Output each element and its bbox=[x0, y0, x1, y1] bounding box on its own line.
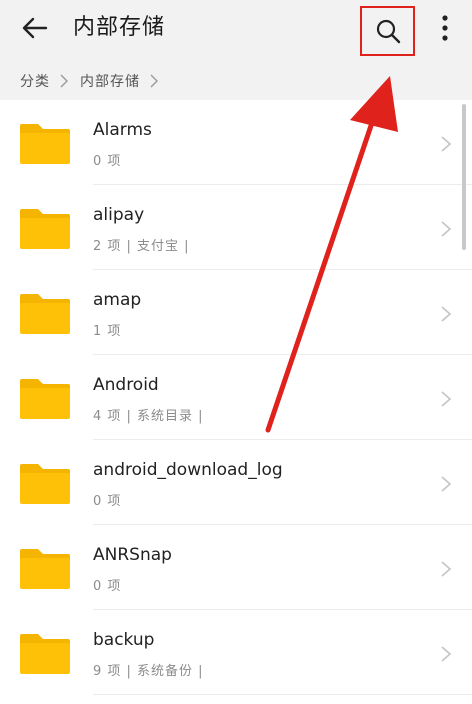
chevron-right-icon bbox=[60, 74, 68, 88]
chevron-right-icon bbox=[441, 646, 452, 662]
chevron-right-icon bbox=[441, 476, 452, 492]
file-meta: 0 项 bbox=[93, 579, 122, 594]
file-name: Alarms bbox=[93, 120, 152, 140]
file-name: backup bbox=[93, 630, 155, 650]
file-meta: 0 项 bbox=[93, 154, 122, 169]
folder-icon bbox=[20, 209, 70, 249]
list-item[interactable]: backup 9 项 | 系统备份 | bbox=[0, 610, 472, 695]
file-meta: 4 项 | 系统目录 | bbox=[93, 409, 204, 424]
file-list: Alarms 0 项 alipay 2 项 | 支付宝 | amap 1 项 A… bbox=[0, 100, 472, 704]
chevron-right-icon bbox=[441, 221, 452, 237]
chevron-right-icon bbox=[441, 561, 452, 577]
list-item[interactable]: Android 4 项 | 系统目录 | bbox=[0, 355, 472, 440]
folder-icon bbox=[20, 379, 70, 419]
chevron-right-icon bbox=[441, 306, 452, 322]
file-name: android_download_log bbox=[93, 460, 283, 480]
breadcrumb-item-internal-storage[interactable]: 内部存储 bbox=[80, 71, 140, 91]
folder-icon bbox=[20, 464, 70, 504]
list-item[interactable]: ANRSnap 0 项 bbox=[0, 525, 472, 610]
app-bar: 内部存储 bbox=[0, 0, 472, 58]
list-item[interactable]: android_download_log 0 项 bbox=[0, 440, 472, 525]
chevron-right-icon bbox=[150, 74, 158, 88]
file-meta: 9 项 | 系统备份 | bbox=[93, 664, 204, 679]
list-item[interactable]: amap 1 项 bbox=[0, 270, 472, 355]
file-manager-screen: 内部存储 分类 内部存储 Alarms 0 项 alipay 2 项 | 支付宝… bbox=[0, 0, 472, 704]
file-name: ANRSnap bbox=[93, 545, 172, 565]
file-name: alipay bbox=[93, 205, 145, 225]
search-icon bbox=[376, 19, 400, 44]
folder-icon bbox=[20, 124, 70, 164]
chevron-right-icon bbox=[441, 136, 452, 152]
more-vertical-icon bbox=[442, 15, 448, 41]
search-button[interactable] bbox=[360, 6, 415, 56]
list-item[interactable]: Alarms 0 项 bbox=[0, 100, 472, 185]
file-meta: 0 项 bbox=[93, 494, 122, 509]
folder-icon bbox=[20, 549, 70, 589]
breadcrumb: 分类 内部存储 bbox=[0, 64, 472, 98]
page-title: 内部存储 bbox=[73, 15, 166, 40]
folder-icon bbox=[20, 634, 70, 674]
file-meta: 1 项 bbox=[93, 324, 122, 339]
chevron-right-icon bbox=[441, 391, 452, 407]
file-meta: 2 项 | 支付宝 | bbox=[93, 239, 190, 254]
folder-icon bbox=[20, 294, 70, 334]
divider bbox=[93, 694, 472, 695]
back-arrow-icon bbox=[22, 17, 48, 39]
file-name: Android bbox=[93, 375, 159, 395]
more-options-button[interactable] bbox=[428, 8, 462, 48]
list-item[interactable]: alipay 2 项 | 支付宝 | bbox=[0, 185, 472, 270]
breadcrumb-item-category[interactable]: 分类 bbox=[20, 71, 50, 91]
scrollbar[interactable] bbox=[462, 104, 466, 250]
file-name: amap bbox=[93, 290, 142, 310]
back-button[interactable] bbox=[14, 10, 54, 46]
